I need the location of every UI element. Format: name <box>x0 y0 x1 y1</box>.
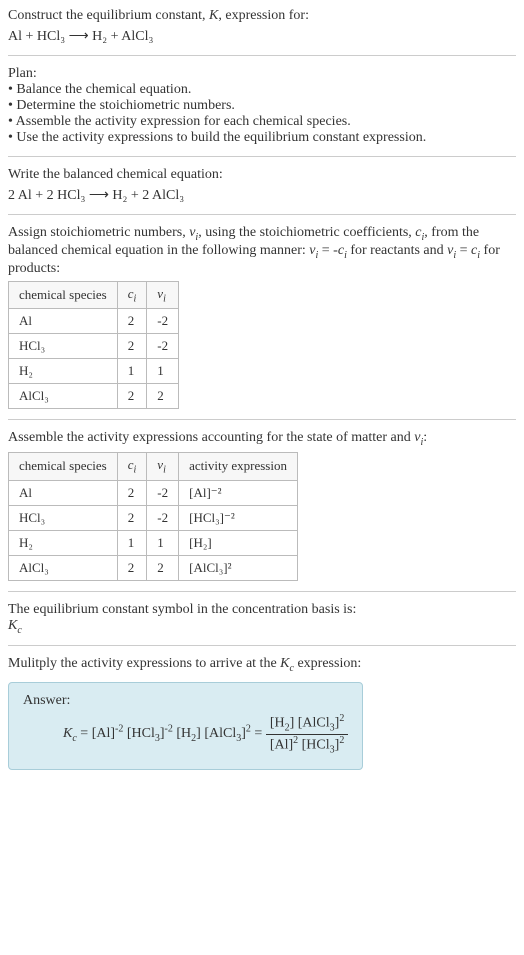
table-cell: 1 <box>117 530 147 555</box>
table-row: AlCl₃ 2 2 [AlCl₃]² <box>9 555 298 580</box>
table-header-row: chemical species ci νi <box>9 281 179 309</box>
table-cell: 1 <box>147 359 179 384</box>
table-cell: 2 <box>147 555 179 580</box>
divider <box>8 419 516 420</box>
table-cell: Al <box>9 309 118 334</box>
intro-equation: Al + HCl₃ ⟶ H₂ + AlCl₃ <box>8 28 516 45</box>
table-cell: 2 <box>117 555 147 580</box>
table-header: νi <box>147 452 179 480</box>
answer-expression: Kc = [Al]-2 [HCl3]-2 [H2] [AlCl3]2 = [H2… <box>63 713 348 755</box>
divider <box>8 645 516 646</box>
table-cell: -2 <box>147 334 179 359</box>
divider <box>8 591 516 592</box>
table-cell: Al <box>9 480 118 505</box>
table-row: HCl₃ 2 -2 [HCl₃]⁻² <box>9 505 298 530</box>
symbol-text: The equilibrium constant symbol in the c… <box>8 602 516 618</box>
activity-table: chemical species ci νi activity expressi… <box>8 452 298 581</box>
table-cell: -2 <box>147 480 179 505</box>
table-cell: 1 <box>147 530 179 555</box>
divider <box>8 214 516 215</box>
symbol-value: Kc <box>8 618 516 636</box>
table-row: H₂ 1 1 <box>9 359 179 384</box>
table-cell: AlCl₃ <box>9 555 118 580</box>
table-header: ci <box>117 452 147 480</box>
table-header: chemical species <box>9 281 118 309</box>
plan-bullet-3: • Assemble the activity expression for e… <box>8 114 516 130</box>
table-cell: -2 <box>147 309 179 334</box>
table-cell: [Al]⁻² <box>179 480 298 505</box>
table-cell: HCl₃ <box>9 505 118 530</box>
table-row: AlCl₃ 2 2 <box>9 384 179 409</box>
table-row: Al 2 -2 [Al]⁻² <box>9 480 298 505</box>
table-cell: 1 <box>117 359 147 384</box>
stoichiometric-table: chemical species ci νi Al 2 -2 HCl₃ 2 -2… <box>8 281 179 410</box>
symbol-section: The equilibrium constant symbol in the c… <box>8 602 516 636</box>
plan-bullet-1: • Balance the chemical equation. <box>8 82 516 98</box>
table-cell: 2 <box>117 384 147 409</box>
multiply-section: Mulitply the activity expressions to arr… <box>8 656 516 674</box>
assign-section: Assign stoichiometric numbers, νi, using… <box>8 225 516 409</box>
table-cell: H₂ <box>9 359 118 384</box>
assign-text: Assign stoichiometric numbers, νi, using… <box>8 225 516 277</box>
table-cell: 2 <box>117 480 147 505</box>
plan-bullet-4: • Use the activity expressions to build … <box>8 130 516 146</box>
assemble-section: Assemble the activity expressions accoun… <box>8 430 516 580</box>
divider <box>8 55 516 56</box>
intro-line1: Construct the equilibrium constant, K, e… <box>8 8 516 24</box>
multiply-text: Mulitply the activity expressions to arr… <box>8 656 516 674</box>
table-cell: 2 <box>117 334 147 359</box>
plan-header: Plan: <box>8 66 516 82</box>
table-cell: [AlCl₃]² <box>179 555 298 580</box>
table-cell: AlCl₃ <box>9 384 118 409</box>
table-header: ci <box>117 281 147 309</box>
answer-label: Answer: <box>23 693 348 709</box>
plan-section: Plan: • Balance the chemical equation. •… <box>8 66 516 146</box>
plan-bullet-2: • Determine the stoichiometric numbers. <box>8 98 516 114</box>
answer-box: Answer: Kc = [Al]-2 [HCl3]-2 [H2] [AlCl3… <box>8 682 363 770</box>
fraction-denominator: [Al]2 [HCl3]2 <box>266 735 349 755</box>
table-header-row: chemical species ci νi activity expressi… <box>9 452 298 480</box>
table-cell: 2 <box>117 309 147 334</box>
table-cell: [HCl₃]⁻² <box>179 505 298 530</box>
table-header: νi <box>147 281 179 309</box>
table-row: H₂ 1 1 [H₂] <box>9 530 298 555</box>
table-cell: H₂ <box>9 530 118 555</box>
table-row: Al 2 -2 <box>9 309 179 334</box>
table-header: activity expression <box>179 452 298 480</box>
table-cell: HCl₃ <box>9 334 118 359</box>
balanced-section: Write the balanced chemical equation: 2 … <box>8 167 516 204</box>
table-cell: 2 <box>117 505 147 530</box>
table-row: HCl₃ 2 -2 <box>9 334 179 359</box>
divider <box>8 156 516 157</box>
table-cell: -2 <box>147 505 179 530</box>
table-header: chemical species <box>9 452 118 480</box>
intro-section: Construct the equilibrium constant, K, e… <box>8 8 516 45</box>
fraction-numerator: [H2] [AlCl3]2 <box>266 713 349 734</box>
table-cell: [H₂] <box>179 530 298 555</box>
assemble-text: Assemble the activity expressions accoun… <box>8 430 516 448</box>
table-cell: 2 <box>147 384 179 409</box>
balanced-header: Write the balanced chemical equation: <box>8 167 516 183</box>
balanced-equation: 2 Al + 2 HCl₃ ⟶ H₂ + 2 AlCl₃ <box>8 187 516 204</box>
